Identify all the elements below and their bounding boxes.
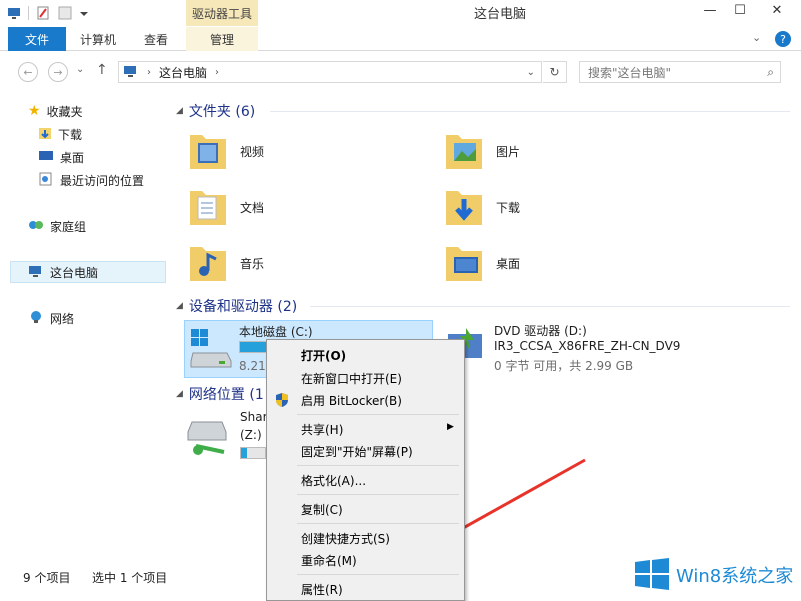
folder-desktop[interactable]: 桌面 <box>442 238 520 288</box>
minimize-button[interactable]: — <box>695 0 725 20</box>
computer-icon <box>28 264 44 281</box>
desktop-folder-icon <box>442 239 486 288</box>
group-header-network-locations[interactable]: ◢ 网络位置 (1 <box>176 384 264 404</box>
address-dropdown-icon[interactable]: ⌄ <box>527 67 535 78</box>
menu-separator <box>297 414 459 415</box>
recent-places-icon <box>38 172 54 189</box>
new-folder-icon[interactable] <box>57 5 73 21</box>
menu-separator <box>297 494 459 495</box>
menu-item-share[interactable]: 共享(H) ▶ <box>267 418 464 440</box>
watermark-text: Win8系统之家 <box>676 566 794 587</box>
tab-manage[interactable]: 管理 <box>190 27 254 51</box>
tab-view[interactable]: 查看 <box>130 27 182 51</box>
collapse-icon[interactable]: ◢ <box>176 106 183 116</box>
breadcrumb-separator-icon[interactable]: › <box>147 67 151 78</box>
watermark: Win8系统之家 <box>634 555 801 595</box>
menu-separator <box>297 523 459 524</box>
nav-network[interactable]: 网络 <box>28 307 74 329</box>
group-divider <box>310 306 790 307</box>
menu-item-create-shortcut[interactable]: 创建快捷方式(S) <box>267 527 464 549</box>
nav-homegroup[interactable]: 家庭组 <box>28 215 86 237</box>
downloads-folder-icon <box>38 126 52 143</box>
context-menu: 打开(O) 在新窗口中打开(E) 启用 BitLocker(B) 共享(H) ▶… <box>266 339 465 601</box>
group-divider <box>270 111 790 112</box>
menu-item-open[interactable]: 打开(O) <box>267 344 464 366</box>
pictures-folder-icon <box>442 127 486 176</box>
computer-icon[interactable] <box>6 5 22 21</box>
homegroup-icon <box>28 218 44 235</box>
collapse-icon[interactable]: ◢ <box>176 301 183 311</box>
tab-file[interactable]: 文件 <box>8 27 66 51</box>
folder-downloads[interactable]: 下载 <box>442 182 520 232</box>
recent-locations-icon[interactable]: ⌄ <box>76 64 84 75</box>
properties-icon[interactable] <box>35 5 51 21</box>
dvd-drive-space: 0 字节 可用，共 2.99 GB <box>494 359 634 373</box>
dvd-drive-item[interactable]: DVD 驱动器 (D:) IR3_CCSA_X86FRE_ZH-CN_DV9 0… <box>494 322 784 378</box>
windows-logo-icon <box>634 557 670 594</box>
submenu-arrow-icon: ▶ <box>447 422 454 432</box>
system-drive-icon <box>189 327 235 374</box>
star-icon: ★ <box>28 103 41 119</box>
refresh-button[interactable]: ↻ <box>543 61 567 83</box>
tab-computer[interactable]: 计算机 <box>70 27 126 51</box>
help-icon[interactable]: ? <box>775 31 791 47</box>
expand-ribbon-icon[interactable]: ⌄ <box>752 31 761 44</box>
group-header-folders[interactable]: ◢ 文件夹 (6) <box>176 101 255 121</box>
address-bar[interactable]: › 这台电脑 › ⌄ <box>118 61 542 83</box>
back-button[interactable]: ← <box>18 62 38 82</box>
menu-item-rename[interactable]: 重命名(M) <box>267 549 464 571</box>
nav-recent-places[interactable]: 最近访问的位置 <box>38 169 144 191</box>
breadcrumb-this-pc[interactable]: 这台电脑 <box>159 64 207 81</box>
shield-icon <box>274 392 290 411</box>
computer-icon <box>123 64 139 81</box>
folder-documents[interactable]: 文档 <box>186 182 264 232</box>
dvd-drive-label: IR3_CCSA_X86FRE_ZH-CN_DV9 <box>494 339 681 353</box>
forward-button[interactable]: → <box>48 62 68 82</box>
maximize-button[interactable]: ☐ <box>725 0 755 20</box>
network-share-usage-bar <box>240 447 266 459</box>
menu-item-bitlocker[interactable]: 启用 BitLocker(B) <box>267 389 464 411</box>
menu-item-open-new-window[interactable]: 在新窗口中打开(E) <box>267 367 464 389</box>
search-placeholder: 搜索"这台电脑" <box>588 65 672 80</box>
quick-access-toolbar <box>6 3 89 23</box>
music-folder-icon <box>186 239 230 288</box>
desktop-icon <box>38 149 54 166</box>
search-icon: ⌕ <box>767 64 774 79</box>
folder-pictures[interactable]: 图片 <box>442 126 520 176</box>
network-share-usage-fill <box>241 448 247 458</box>
folder-videos[interactable]: 视频 <box>186 126 264 176</box>
group-header-devices[interactable]: ◢ 设备和驱动器 (2) <box>176 296 297 316</box>
up-button[interactable]: ↑ <box>96 62 108 78</box>
nav-desktop[interactable]: 桌面 <box>38 146 84 168</box>
status-item-count: 9 个项目 <box>23 571 71 585</box>
nav-downloads[interactable]: 下载 <box>38 123 82 145</box>
drive-c-space: 8.21 <box>239 359 266 373</box>
drive-c-name: 本地磁盘 (C:) <box>239 325 313 339</box>
menu-item-properties[interactable]: 属性(R) <box>267 578 464 600</box>
window-title: 这台电脑 <box>473 7 526 22</box>
menu-item-copy[interactable]: 复制(C) <box>267 498 464 520</box>
status-selected-count: 选中 1 个项目 <box>92 571 168 585</box>
menu-item-format[interactable]: 格式化(A)... <box>267 469 464 491</box>
menu-separator <box>297 574 459 575</box>
videos-folder-icon <box>186 127 230 176</box>
network-drive-icon <box>186 414 232 463</box>
downloads-folder-icon <box>442 183 486 232</box>
network-share-drive: (Z:) <box>240 428 262 442</box>
customize-qat-icon[interactable] <box>79 5 89 21</box>
menu-item-pin-start[interactable]: 固定到"开始"屏幕(P) <box>267 440 464 462</box>
documents-folder-icon <box>186 183 230 232</box>
search-input[interactable]: 搜索"这台电脑" ⌕ <box>579 61 781 83</box>
collapse-icon[interactable]: ◢ <box>176 389 183 399</box>
network-icon <box>28 310 44 327</box>
drive-tools-tab-group: 驱动器工具 <box>186 0 258 26</box>
close-button[interactable]: ✕ <box>757 0 797 20</box>
folder-music[interactable]: 音乐 <box>186 238 264 288</box>
nav-this-pc[interactable]: 这台电脑 <box>28 261 98 283</box>
menu-separator <box>297 465 459 466</box>
nav-favorites[interactable]: ★ 收藏夹 <box>28 100 83 122</box>
dvd-drive-name: DVD 驱动器 (D:) <box>494 324 587 338</box>
network-share-name: Shar <box>240 410 268 424</box>
breadcrumb-separator-icon[interactable]: › <box>215 67 219 78</box>
